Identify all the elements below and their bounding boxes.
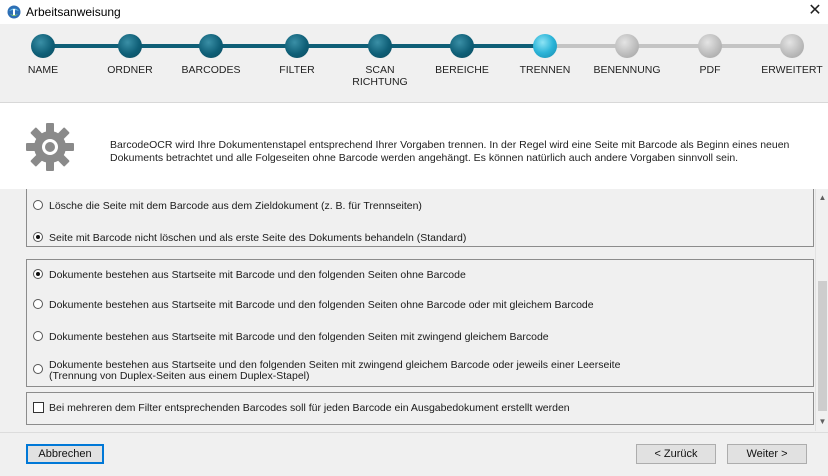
step-scan-richtung-icon[interactable] — [368, 34, 392, 58]
step-label[interactable]: NAME — [0, 64, 88, 76]
radio-split-no-or-same-barcode[interactable] — [33, 299, 43, 309]
step-label[interactable]: SCAN RICHTUNG — [335, 64, 425, 88]
info-text: BarcodeOCR wird Ihre Dokumentenstapel en… — [110, 139, 790, 164]
step-label[interactable]: BENENNUNG — [582, 64, 672, 76]
radio-keep-barcode-page[interactable] — [33, 232, 43, 242]
step-erweitert-icon[interactable] — [780, 34, 804, 58]
checkbox-document-per-barcode[interactable] — [33, 402, 44, 413]
option-label: Bei mehreren dem Filter entsprechenden B… — [49, 402, 570, 414]
step-bereiche-icon[interactable] — [450, 34, 474, 58]
step-track-remaining — [545, 44, 792, 48]
footer-bar: Abbrechen < Zurück Weiter > — [0, 432, 828, 476]
multiple-barcodes-group: Bei mehreren dem Filter entsprechenden B… — [26, 392, 814, 425]
step-label[interactable]: ERWEITERT — [747, 64, 828, 76]
option-label-secondary: (Trennung von Duplex-Seiten aus einem Du… — [49, 370, 310, 382]
back-button[interactable]: < Zurück — [636, 444, 716, 464]
window-title: Arbeitsanweisung — [26, 5, 121, 19]
radio-split-no-barcode[interactable] — [33, 269, 43, 279]
step-filter-icon[interactable] — [285, 34, 309, 58]
step-label[interactable]: BARCODES — [166, 64, 256, 76]
cancel-button[interactable]: Abbrechen — [26, 444, 104, 464]
scroll-thumb[interactable] — [818, 281, 827, 411]
radio-split-duplex[interactable] — [33, 364, 43, 374]
app-icon — [7, 5, 21, 19]
step-trennen-icon[interactable] — [533, 34, 557, 58]
radio-split-same-barcode[interactable] — [33, 331, 43, 341]
step-label[interactable]: TRENNEN — [500, 64, 590, 76]
wizard-stepper: NAME ORDNER BARCODES FILTER SCAN RICHTUNG BER… — [0, 24, 828, 102]
option-label: Dokumente bestehen aus Startseite mit Ba… — [49, 269, 466, 281]
step-barcodes-icon[interactable] — [199, 34, 223, 58]
step-name-icon[interactable] — [31, 34, 55, 58]
step-benennung-icon[interactable] — [615, 34, 639, 58]
option-label: Lösche die Seite mit dem Barcode aus dem… — [49, 200, 422, 212]
step-ordner-icon[interactable] — [118, 34, 142, 58]
option-label: Dokumente bestehen aus Startseite mit Ba… — [49, 299, 594, 311]
vertical-scrollbar[interactable]: ▲ ▼ — [815, 189, 828, 431]
option-label: Seite mit Barcode nicht löschen und als … — [49, 232, 467, 244]
step-label[interactable]: FILTER — [252, 64, 342, 76]
info-panel: BarcodeOCR wird Ihre Dokumentenstapel en… — [0, 102, 828, 190]
step-label[interactable]: ORDNER — [85, 64, 175, 76]
step-label[interactable]: BEREICHE — [417, 64, 507, 76]
document-split-mode-group: Dokumente bestehen aus Startseite mit Ba… — [26, 259, 814, 387]
step-pdf-icon[interactable] — [698, 34, 722, 58]
options-scroll-area[interactable]: Lösche die Seite mit dem Barcode aus dem… — [0, 189, 815, 431]
option-label: Dokumente bestehen aus Startseite mit Ba… — [49, 331, 549, 343]
delete-barcode-page-group: Lösche die Seite mit dem Barcode aus dem… — [26, 189, 814, 247]
step-label[interactable]: PDF — [665, 64, 755, 76]
title-bar: Arbeitsanweisung ✕ — [0, 0, 828, 25]
scroll-down-icon[interactable]: ▼ — [816, 415, 828, 429]
radio-delete-barcode-page[interactable] — [33, 200, 43, 210]
next-button[interactable]: Weiter > — [727, 444, 807, 464]
scroll-up-icon[interactable]: ▲ — [816, 191, 828, 205]
close-icon[interactable]: ✕ — [806, 2, 824, 20]
gear-icon — [26, 123, 74, 171]
